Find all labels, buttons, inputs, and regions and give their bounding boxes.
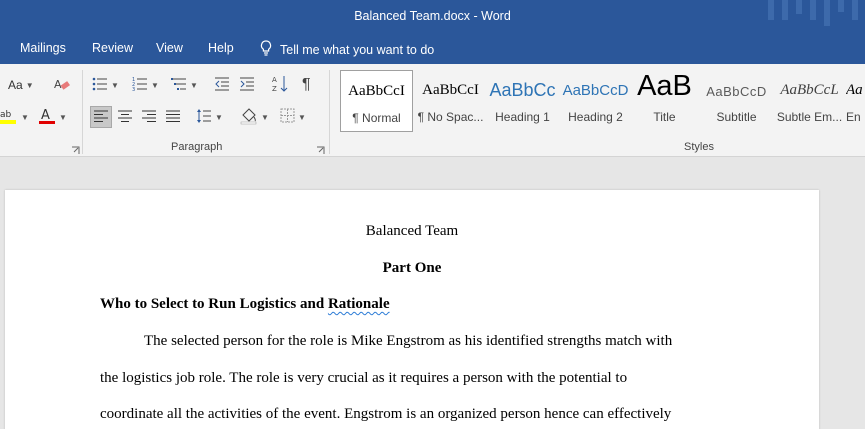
titlebar-decoration <box>824 0 830 26</box>
multilevel-list-button[interactable]: ▼ <box>171 74 198 96</box>
svg-text:Z: Z <box>272 85 277 93</box>
sort-az-icon: AZ <box>272 75 288 96</box>
bullets-button[interactable]: ▼ <box>92 74 119 96</box>
paragraph-line: coordinate all the activities of the eve… <box>100 406 672 422</box>
pilcrow-icon: ¶ <box>302 76 311 93</box>
paragraph-line: The selected person for the role is Mike… <box>144 333 673 349</box>
spelling-flagged-word[interactable]: Rationale <box>328 296 390 312</box>
clear-formatting-button[interactable]: A <box>54 74 70 96</box>
numbering-button[interactable]: 123 ▼ <box>132 74 159 96</box>
align-left-button[interactable] <box>90 106 112 128</box>
titlebar-decoration <box>810 0 816 20</box>
justify-icon <box>166 109 180 126</box>
style-normal[interactable]: AaBbCcI ¶ Normal <box>340 70 413 132</box>
change-case-button[interactable]: Aa ▼ <box>8 74 34 96</box>
justify-button[interactable] <box>166 106 180 128</box>
tab-help[interactable]: Help <box>208 41 234 55</box>
svg-text:A: A <box>54 78 62 91</box>
align-center-icon <box>118 109 132 126</box>
paint-bucket-icon <box>240 107 258 128</box>
tell-me-text: Tell me what you want to do <box>280 42 435 57</box>
highlight-color-button[interactable]: ab ▼ <box>0 106 29 128</box>
style-heading-1[interactable]: AaBbCc Heading 1 <box>486 70 559 132</box>
titlebar-decoration <box>782 0 788 20</box>
decrease-indent-button[interactable] <box>214 74 230 96</box>
style-title[interactable]: AaB Title <box>628 70 701 132</box>
svg-text:A: A <box>41 108 50 123</box>
align-center-button[interactable] <box>118 106 132 128</box>
font-color-icon: A <box>38 107 56 128</box>
group-separator <box>82 70 83 154</box>
eraser-icon: A <box>54 76 70 95</box>
align-right-icon <box>142 109 156 126</box>
sort-button[interactable]: AZ <box>272 74 288 96</box>
svg-text:ab: ab <box>0 110 12 120</box>
show-hide-marks-button[interactable]: ¶ <box>302 74 311 96</box>
tab-review[interactable]: Review <box>92 41 133 55</box>
shading-button[interactable]: ▼ <box>240 106 269 128</box>
tell-me-search[interactable]: Tell me what you want to do <box>260 40 434 59</box>
style-emphasis[interactable]: Aa En <box>846 70 865 132</box>
document-page[interactable]: Balanced Team Part One Who to Select to … <box>5 190 819 429</box>
style-subtitle[interactable]: AaBbCcD Subtitle <box>700 70 773 132</box>
tab-view[interactable]: View <box>156 41 183 55</box>
numbering-icon: 123 <box>132 76 148 95</box>
tab-mailings[interactable]: Mailings <box>20 41 66 55</box>
lightbulb-icon <box>260 40 272 59</box>
increase-indent-icon <box>239 76 255 95</box>
align-left-icon <box>94 109 108 126</box>
font-color-button[interactable]: A ▼ <box>38 106 67 128</box>
document-area: Balanced Team Part One Who to Select to … <box>0 158 865 429</box>
window-title: Balanced Team.docx - Word <box>354 9 511 23</box>
paragraph-line: the logistics job role. The role is very… <box>100 370 628 386</box>
subsection-heading: Who to Select to Run Logistics and Ratio… <box>100 296 390 312</box>
line-spacing-icon <box>196 108 212 127</box>
ribbon-tabs: Mailings Review View Help Tell me what y… <box>0 34 865 64</box>
borders-button[interactable]: ▼ <box>280 106 306 128</box>
style-no-spacing[interactable]: AaBbCcI ¶ No Spac... <box>414 70 487 132</box>
highlighter-icon: ab <box>0 107 18 128</box>
increase-indent-button[interactable] <box>239 74 255 96</box>
multilevel-list-icon <box>171 76 187 95</box>
document-title: Balanced Team <box>365 223 459 239</box>
group-separator <box>329 70 330 154</box>
svg-text:3: 3 <box>132 87 135 92</box>
paragraph-group-label: Paragraph <box>171 141 223 153</box>
font-dialog-launcher[interactable] <box>71 142 80 154</box>
title-bar: Balanced Team.docx - Word <box>0 0 865 34</box>
styles-gallery: AaBbCcI ¶ Normal AaBbCcI ¶ No Spac... Aa… <box>338 70 865 132</box>
borders-icon <box>280 108 295 126</box>
titlebar-decoration <box>838 0 844 12</box>
word-window: Balanced Team.docx - Word Mailings Revie… <box>0 0 865 429</box>
titlebar-decoration <box>796 0 802 14</box>
style-subtle-emphasis[interactable]: AaBbCcL Subtle Em... <box>773 70 846 132</box>
line-spacing-button[interactable]: ▼ <box>196 106 223 128</box>
titlebar-decoration <box>852 0 858 20</box>
ribbon: Aa ▼ A ab ▼ A ▼ ▼ 123 ▼ ▼ A Z ¶ ▼ ▼ ▼ Pa… <box>0 64 865 157</box>
section-heading: Part One <box>382 260 442 276</box>
style-heading-2[interactable]: AaBbCcD Heading 2 <box>559 70 632 132</box>
decrease-indent-icon <box>214 76 230 95</box>
bullets-icon <box>92 76 108 95</box>
svg-text:A: A <box>272 76 277 84</box>
titlebar-decoration <box>768 0 774 20</box>
styles-group-label: Styles <box>684 141 714 153</box>
paragraph-dialog-launcher[interactable] <box>316 142 325 154</box>
align-right-button[interactable] <box>142 106 156 128</box>
